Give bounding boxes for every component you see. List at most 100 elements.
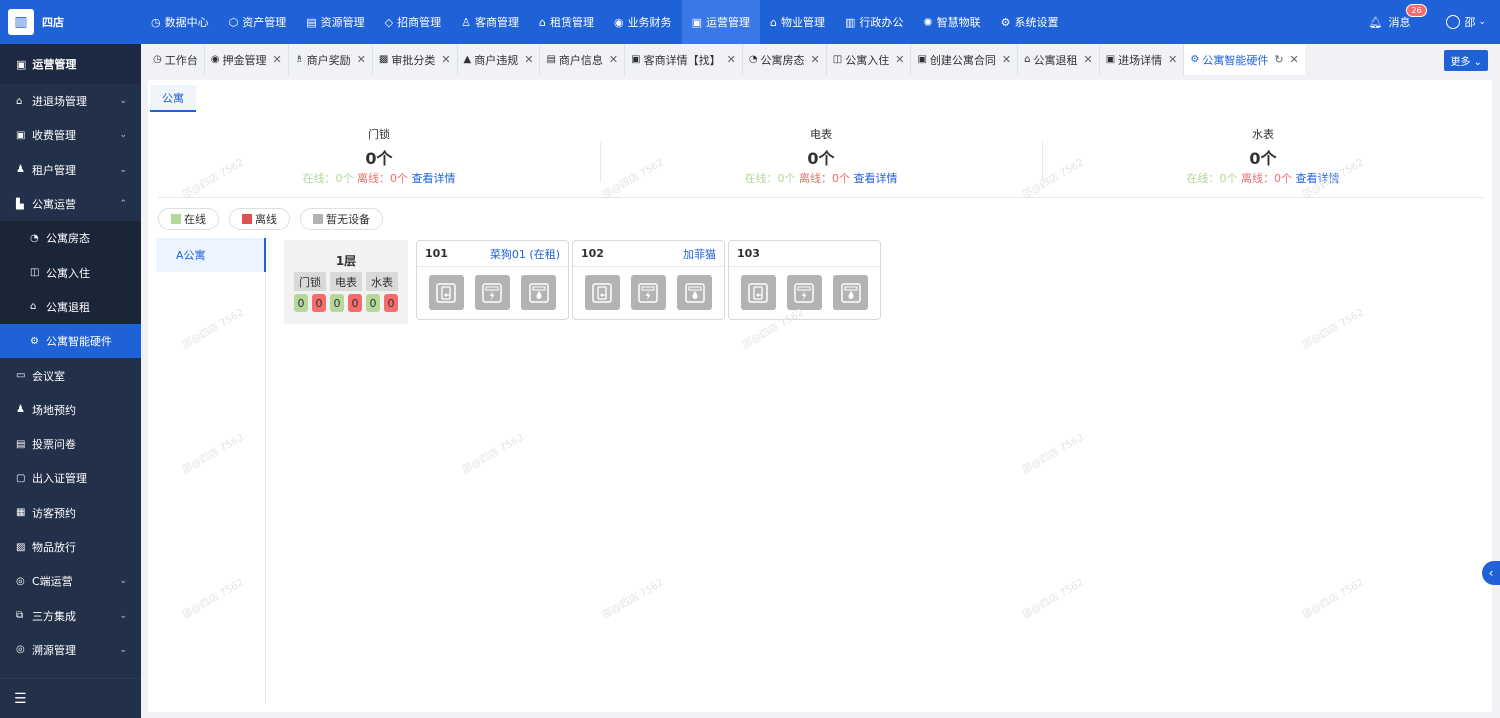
- topnav-asset[interactable]: ⬡ 资产管理: [219, 0, 297, 44]
- sidebar-item-apartment-ops[interactable]: ▙ 公寓运营 ⌃: [0, 187, 141, 221]
- sidebar-item-venue-booking[interactable]: ♟ 场地预约: [0, 393, 141, 427]
- topnav-label: 客商管理: [474, 16, 519, 29]
- user-menu[interactable]: 邵 ⌄: [1446, 14, 1486, 30]
- topnav-investment[interactable]: ◇ 招商管理: [375, 0, 451, 44]
- close-icon[interactable]: ✕: [609, 53, 618, 66]
- sidebar-item-third-party[interactable]: ⧉ 三方集成 ⌄: [0, 598, 141, 632]
- water-meter-icon[interactable]: [833, 275, 869, 310]
- sidebar-subitem-room-status[interactable]: ◔ 公寓房态: [0, 221, 141, 256]
- user-name: 邵: [1464, 16, 1476, 29]
- electric-meter-icon[interactable]: [630, 275, 666, 310]
- tab-create-contract[interactable]: ▣ 创建公寓合同 ✕: [911, 44, 1019, 75]
- sidebar-item-meeting-room[interactable]: ▭ 会议室: [0, 358, 141, 392]
- topnav-iot[interactable]: ✺ 智慧物联: [913, 0, 990, 44]
- legend-no-device[interactable]: 暂无设备: [300, 208, 383, 230]
- water-meter-icon[interactable]: [677, 275, 713, 310]
- tab-approval-category[interactable]: ▩ 审批分类 ✕: [373, 44, 458, 75]
- door-lock-icon[interactable]: [428, 275, 464, 310]
- building-item[interactable]: A公寓: [156, 238, 266, 272]
- sidebar-subitem-checkin[interactable]: ◫ 公寓入住: [0, 255, 141, 290]
- legend-online[interactable]: 在线: [158, 208, 219, 230]
- door-lock-icon[interactable]: [740, 275, 776, 310]
- sidebar-item-visitor[interactable]: ▦ 访客预约: [0, 496, 141, 530]
- room-card[interactable]: 101 菜狗01 (在租): [416, 240, 569, 320]
- close-icon[interactable]: ✕: [811, 53, 820, 66]
- close-icon[interactable]: ✕: [1168, 53, 1177, 66]
- sidebar-item-c-ops[interactable]: ◎ C端运营 ⌄: [0, 564, 141, 598]
- tab-room-status[interactable]: ◔ 公寓房态 ✕: [743, 44, 827, 75]
- topnav-property[interactable]: ⌂ 物业管理: [760, 0, 835, 44]
- room-card[interactable]: 102 加菲猫: [572, 240, 725, 320]
- online-label: 在线：: [302, 172, 336, 185]
- close-icon[interactable]: ✕: [895, 53, 904, 66]
- sidebar-item-charges[interactable]: ▣ 收费管理 ⌄: [0, 118, 141, 152]
- sidebar-item-entry-exit[interactable]: ⌂ 进退场管理 ⌄: [0, 84, 141, 118]
- sidebar-subitem-smart-hardware[interactable]: ⚙ 公寓智能硬件: [0, 324, 141, 359]
- user-icon: ♟: [16, 164, 25, 176]
- refresh-icon[interactable]: ↻: [1274, 53, 1283, 66]
- electric-meter-icon[interactable]: [474, 275, 510, 310]
- topnav-admin[interactable]: ▥ 行政办公: [835, 0, 913, 44]
- topnav-operations[interactable]: ▣ 运营管理: [681, 0, 760, 44]
- lock-online-count: 0: [294, 294, 308, 312]
- tab-merchant-reward[interactable]: ♗ 商户奖励 ✕: [289, 44, 373, 75]
- close-icon[interactable]: ✕: [524, 53, 533, 66]
- close-icon[interactable]: ✕: [1290, 53, 1299, 66]
- sidebar-item-tenants[interactable]: ♟ 租户管理 ⌄: [0, 153, 141, 187]
- legend-offline[interactable]: 离线: [229, 208, 290, 230]
- view-details-link[interactable]: 查看详情: [854, 172, 898, 185]
- tab-merchant-info[interactable]: ▤ 商户信息 ✕: [540, 44, 626, 75]
- sidebar-item-survey[interactable]: ▤ 投票问卷: [0, 427, 141, 461]
- sidebar-item-traceability[interactable]: ◎ 溯源管理 ⌄: [0, 633, 141, 667]
- sidebar-item-pass-management[interactable]: ▢ 出入证管理: [0, 461, 141, 495]
- tab-checkin[interactable]: ◫ 公寓入住 ✕: [827, 44, 912, 75]
- chevron-down-icon: ⌄: [119, 644, 127, 655]
- tab-deposit[interactable]: ◉ 押金管理 ✕: [205, 44, 289, 75]
- no-device-swatch: [313, 214, 323, 224]
- water-meter-icon[interactable]: [521, 275, 557, 310]
- sidebar-item-label: 公寓智能硬件: [46, 335, 112, 349]
- room-card[interactable]: 103: [728, 240, 881, 320]
- tab-label: 客商详情【找】: [643, 53, 721, 67]
- tenant-link[interactable]: 菜狗01 (在租): [490, 246, 560, 262]
- close-icon[interactable]: ✕: [1083, 53, 1092, 66]
- close-icon[interactable]: ✕: [357, 53, 366, 66]
- electric-meter-icon[interactable]: [786, 275, 822, 310]
- view-details-link[interactable]: 查看详情: [412, 172, 456, 185]
- close-icon[interactable]: ✕: [1002, 53, 1011, 66]
- tab-apartment[interactable]: 公寓: [150, 85, 196, 112]
- topnav-settings[interactable]: ⚙ 系统设置: [991, 0, 1069, 44]
- topnav-data-center[interactable]: ◷ 数据中心: [141, 0, 219, 44]
- tab-merchant-violation[interactable]: ▲ 商户违规 ✕: [458, 44, 541, 75]
- topnav-resource[interactable]: ▤ 资源管理: [296, 0, 374, 44]
- topnav-lease[interactable]: ⌂ 租赁管理: [529, 0, 604, 44]
- close-icon[interactable]: ✕: [727, 53, 736, 66]
- close-icon[interactable]: ✕: [441, 53, 450, 66]
- sidebar-subitem-checkout[interactable]: ⌂ 公寓退租: [0, 289, 141, 325]
- tab-checkout[interactable]: ⌂ 公寓退租 ✕: [1018, 44, 1100, 75]
- document-icon: ▤: [546, 54, 556, 65]
- watermark: 邵@四店 7562: [1020, 432, 1086, 477]
- document-icon: ▥: [844, 15, 856, 29]
- tab-workbench[interactable]: ◷ 工作台: [147, 44, 205, 75]
- online-swatch: [171, 214, 181, 224]
- monitor-icon: ▭: [16, 370, 26, 382]
- topnav-finance[interactable]: ◉ 业务财务: [604, 0, 682, 44]
- brand-logo[interactable]: ▥ 四店: [0, 0, 141, 44]
- coin-icon: ◉: [210, 54, 220, 65]
- door-lock-icon[interactable]: [584, 275, 620, 310]
- tenant-link[interactable]: 加菲猫: [683, 246, 716, 262]
- more-tabs-button[interactable]: 更多 ⌄: [1444, 50, 1488, 71]
- tab-entry-detail[interactable]: ▣ 进场详情 ✕: [1100, 44, 1185, 75]
- tab-smart-hardware[interactable]: ⚙ 公寓智能硬件 ↻ ✕: [1184, 44, 1305, 75]
- close-icon[interactable]: ✕: [272, 53, 281, 66]
- room-devices: [573, 267, 724, 310]
- collapse-menu-icon[interactable]: ☰: [0, 678, 141, 718]
- user-icon: ♙: [461, 15, 471, 29]
- topnav-merchant[interactable]: ♙ 客商管理: [451, 0, 529, 44]
- messages-button[interactable]: 🔔︎ 消息 26: [1368, 4, 1427, 30]
- view-details-link[interactable]: 查看详情: [1296, 172, 1340, 185]
- sidebar-item-goods-release[interactable]: ▨ 物品放行: [0, 530, 141, 564]
- tab-merchant-detail[interactable]: ▣ 客商详情【找】 ✕: [625, 44, 743, 75]
- chevron-left-icon[interactable]: ‹: [1482, 561, 1500, 585]
